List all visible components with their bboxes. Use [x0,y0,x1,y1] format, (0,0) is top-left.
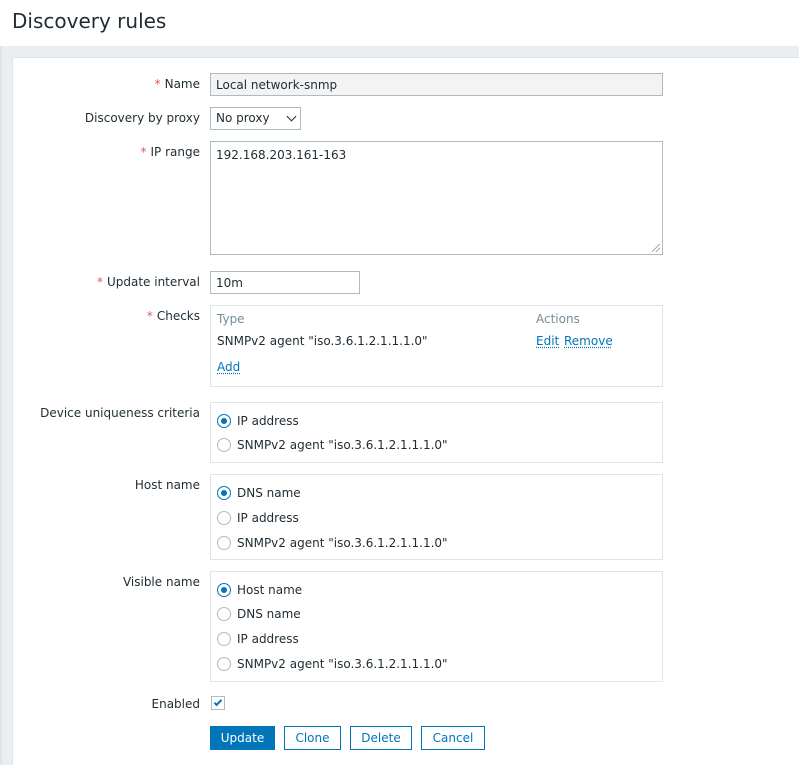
visible-name-option-host[interactable]: Host name [217,582,302,598]
left-edge-divider [0,46,2,765]
checks-type-header: Type [217,312,245,326]
cancel-button[interactable]: Cancel [421,726,485,750]
radio-checked-icon[interactable] [217,414,231,428]
visible-name-label: Visible name [122,575,200,589]
visible-name-option-label: SNMPv2 agent "iso.3.6.1.2.1.1.1.0" [237,657,448,671]
host-name-option-dns[interactable]: DNS name [217,485,301,501]
host-name-option-label: DNS name [237,486,301,500]
uniqueness-option-ip[interactable]: IP address [217,413,299,429]
uniqueness-option-label: SNMPv2 agent "iso.3.6.1.2.1.1.1.0" [237,438,448,452]
update-interval-label: * Update interval [96,275,200,289]
radio-checked-icon[interactable] [217,486,231,500]
name-input[interactable] [210,73,663,96]
radio-unchecked-icon[interactable] [217,511,231,525]
name-label: * Name [154,77,200,91]
ip-range-textarea[interactable]: 192.168.203.161-163 [210,141,663,255]
check-edit-link[interactable]: Edit [536,334,559,348]
radio-unchecked-icon[interactable] [217,607,231,621]
checks-label: * Checks [146,309,200,323]
visible-name-radio-group: Host name DNS name IP address SNMPv2 age… [210,571,663,682]
page-header: Discovery rules [0,0,799,46]
add-check-link[interactable]: Add [217,360,240,374]
checkmark-icon [213,697,223,707]
update-button[interactable]: Update [210,726,275,750]
page-title: Discovery rules [12,9,167,33]
host-name-option-label: SNMPv2 agent "iso.3.6.1.2.1.1.1.0" [237,536,448,550]
checks-actions-header: Actions [536,312,580,326]
radio-unchecked-icon[interactable] [217,632,231,646]
delete-button[interactable]: Delete [350,726,412,750]
proxy-select-value: No proxy [216,111,270,125]
visible-name-option-ip[interactable]: IP address [217,631,299,647]
radio-unchecked-icon[interactable] [217,657,231,671]
proxy-select[interactable]: No proxy [210,107,301,130]
visible-name-option-dns[interactable]: DNS name [217,606,301,622]
resize-handle-icon[interactable] [652,244,660,252]
clone-button[interactable]: Clone [284,726,341,750]
uniqueness-option-label: IP address [237,414,299,428]
host-name-option-ip[interactable]: IP address [217,510,299,526]
enabled-label: Enabled [151,697,201,711]
check-remove-link[interactable]: Remove [564,334,613,348]
visible-name-option-label: Host name [237,583,303,597]
host-name-option-label: IP address [237,511,299,525]
ip-range-label: * IP range [140,145,200,159]
host-name-radio-group: DNS name IP address SNMPv2 agent "iso.3.… [210,474,663,560]
visible-name-option-label: DNS name [237,607,301,621]
update-interval-input[interactable] [210,271,360,294]
uniqueness-label: Device uniqueness criteria [40,406,200,420]
uniqueness-radio-group: IP address SNMPv2 agent "iso.3.6.1.2.1.1… [210,402,663,463]
host-name-label: Host name [134,478,200,492]
proxy-label: Discovery by proxy [84,111,200,125]
discovery-rule-form: *Name Discovery by proxy No proxy *IP ra… [12,57,799,765]
chevron-down-icon [286,111,297,122]
visible-name-option-snmp[interactable]: SNMPv2 agent "iso.3.6.1.2.1.1.1.0" [217,656,448,672]
enabled-checkbox[interactable] [211,696,225,710]
check-row-type: SNMPv2 agent "iso.3.6.1.2.1.1.1.0" [217,334,428,348]
radio-unchecked-icon[interactable] [217,438,231,452]
radio-checked-icon[interactable] [217,583,231,597]
uniqueness-option-snmp[interactable]: SNMPv2 agent "iso.3.6.1.2.1.1.1.0" [217,437,448,453]
ip-range-value: 192.168.203.161-163 [216,148,347,162]
visible-name-option-label: IP address [237,632,299,646]
checks-table: Type Actions SNMPv2 agent "iso.3.6.1.2.1… [210,305,663,387]
host-name-option-snmp[interactable]: SNMPv2 agent "iso.3.6.1.2.1.1.1.0" [217,535,448,551]
radio-unchecked-icon[interactable] [217,536,231,550]
